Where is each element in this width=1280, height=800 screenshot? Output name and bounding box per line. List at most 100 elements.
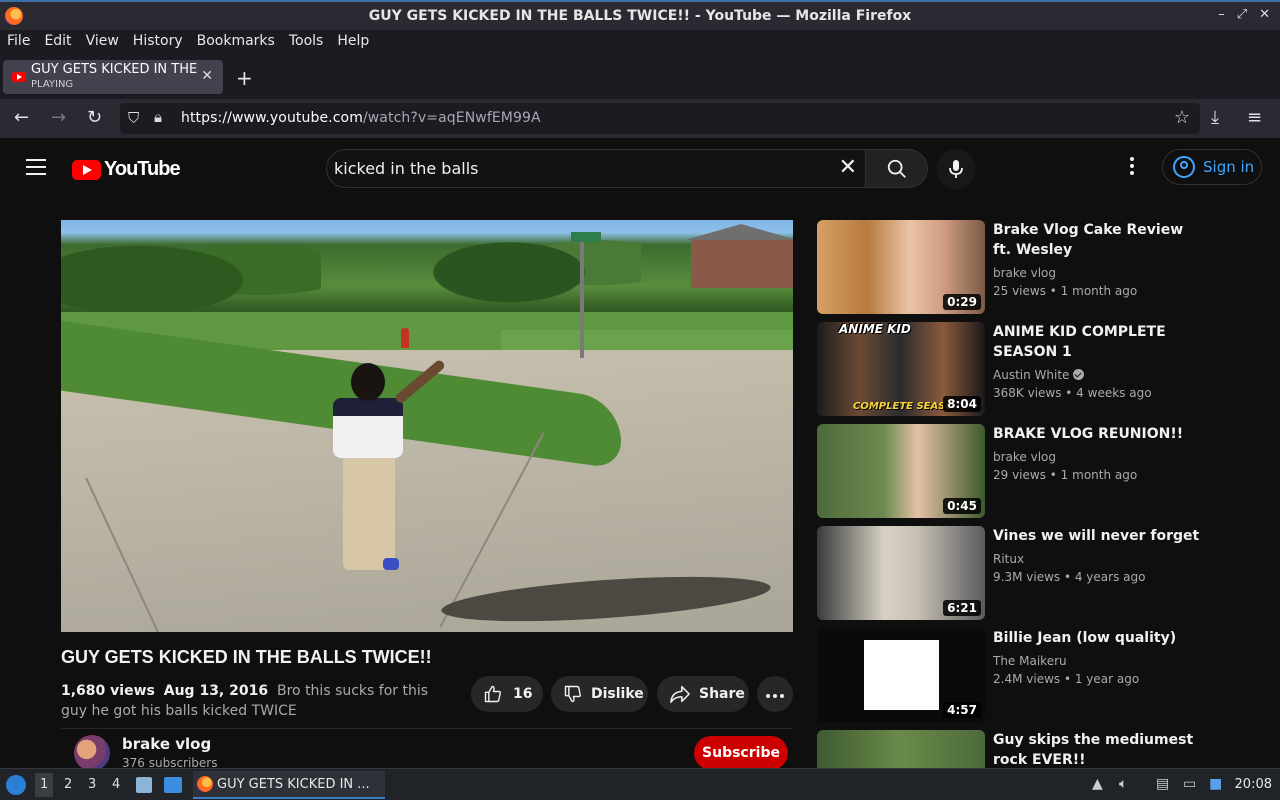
start-menu-icon[interactable] (6, 775, 26, 795)
address-bar[interactable]: ⛉ 🔒︎ https://www.youtube.com/watch?v=aqE… (120, 103, 1200, 134)
menu-edit[interactable]: Edit (44, 33, 71, 49)
share-button[interactable]: Share (657, 676, 749, 712)
tray-update-icon[interactable]: ▲ (1092, 776, 1103, 792)
url-text[interactable]: https://www.youtube.com/watch?v=aqENwfEM… (181, 110, 541, 126)
video-frame-person-legs (343, 452, 395, 570)
thumbnail-image (864, 640, 939, 710)
menu-view[interactable]: View (86, 33, 119, 49)
upload-date: Aug 13, 2016 (163, 683, 269, 699)
search-query[interactable]: kicked in the balls (334, 159, 479, 178)
minimize-button[interactable]: – (1218, 7, 1225, 22)
window-controls: – ⤢ ✕ (1218, 7, 1270, 22)
menu-file[interactable]: File (7, 33, 30, 49)
video-duration: 0:29 (943, 294, 981, 310)
network-icon[interactable]: ▭ (1183, 776, 1196, 792)
taskbar-window-title: GUY GETS KICKED IN ... (217, 777, 370, 792)
related-video[interactable]: 6:21 Vines we will never forget Ritux 9.… (817, 526, 1217, 620)
related-thumbnail[interactable]: 6:21 (817, 526, 985, 620)
related-stats: 2.4M views • 1 year ago (993, 672, 1140, 686)
related-video[interactable]: Guy skips the mediumest rock EVER!! (817, 730, 1217, 768)
app-menu-icon[interactable]: ≡ (1247, 107, 1262, 128)
tab-youtube-video[interactable]: GUY GETS KICKED IN THE PLAYING ✕ (3, 60, 223, 94)
forward-arrow-icon[interactable]: → (51, 107, 66, 128)
clipboard-icon[interactable]: ▤ (1156, 776, 1169, 792)
downloads-icon[interactable]: ⤓ (1211, 107, 1219, 128)
youtube-logo-text: YouTube (104, 158, 181, 180)
related-thumbnail[interactable] (817, 730, 985, 768)
menu-help[interactable]: Help (337, 33, 369, 49)
system-taskbar: 1 2 3 4 GUY GETS KICKED IN ... ▲ 🔈︎ ▤ ▭ … (0, 768, 1280, 800)
channel-name[interactable]: brake vlog (122, 735, 211, 753)
sign-in-button[interactable]: Sign in (1162, 149, 1262, 185)
related-video[interactable]: 4:57 Billie Jean (low quality) The Maike… (817, 628, 1217, 722)
related-video[interactable]: 0:45 BRAKE VLOG REUNION!! brake vlog 29 … (817, 424, 1217, 518)
volume-icon[interactable]: 🔈︎ (1119, 776, 1127, 792)
related-stats: 25 views • 1 month ago (993, 284, 1138, 298)
workspace-2[interactable]: 2 (64, 777, 72, 792)
video-title: GUY GETS KICKED IN THE BALLS TWICE!! (61, 647, 432, 667)
desktop-icon[interactable] (164, 777, 182, 793)
related-stats: 29 views • 1 month ago (993, 468, 1138, 482)
related-video[interactable]: 0:29 Brake Vlog Cake Review ft. Wesley b… (817, 220, 1217, 314)
related-title[interactable]: ANIME KID COMPLETE SEASON 1 (993, 322, 1203, 362)
menu-bar: File Edit View History Bookmarks Tools H… (0, 30, 1280, 52)
related-thumbnail[interactable]: 0:29 (817, 220, 985, 314)
youtube-logo[interactable]: YouTube (72, 158, 181, 181)
maximize-button[interactable]: ⤢ (1237, 7, 1247, 22)
menu-tools[interactable]: Tools (289, 33, 324, 49)
video-frame-hydrant (401, 328, 409, 348)
lock-icon[interactable]: 🔒︎ (154, 108, 162, 126)
settings-more-icon[interactable] (1130, 157, 1136, 178)
related-video[interactable]: ANIME KID COMPLETE SEASO 8:04 ANIME KID … (817, 322, 1217, 416)
menu-history[interactable]: History (133, 33, 183, 49)
thumbs-down-icon (564, 685, 581, 703)
workspace-4[interactable]: 4 (112, 777, 120, 792)
thumbnail-caption-top: ANIME KID (839, 322, 911, 336)
menu-bookmarks[interactable]: Bookmarks (197, 33, 275, 49)
related-stats: 368K views • 4 weeks ago (993, 386, 1152, 400)
new-tab-button[interactable]: + (236, 66, 253, 90)
hamburger-menu-icon[interactable] (26, 159, 46, 175)
related-title[interactable]: Brake Vlog Cake Review ft. Wesley (993, 220, 1203, 260)
file-manager-icon[interactable] (136, 777, 152, 793)
taskbar-firefox-window[interactable]: GUY GETS KICKED IN ... (193, 771, 385, 799)
dislike-button[interactable]: Dislike (551, 676, 648, 712)
youtube-play-logo-icon (72, 159, 101, 180)
related-thumbnail[interactable]: ANIME KID COMPLETE SEASO 8:04 (817, 322, 985, 416)
video-frame-trees-2 (421, 220, 641, 315)
like-button[interactable]: 16 (471, 676, 543, 712)
related-channel: Ritux (993, 552, 1025, 566)
related-title[interactable]: Guy skips the mediumest rock EVER!! (993, 730, 1203, 768)
voice-search-button[interactable] (936, 149, 976, 189)
tracking-shield-icon[interactable]: ⛉ (128, 109, 139, 127)
related-title[interactable]: Billie Jean (low quality) (993, 628, 1203, 648)
close-window-button[interactable]: ✕ (1259, 7, 1270, 22)
clock: 20:08 (1234, 777, 1272, 792)
more-horizontal-icon (765, 686, 786, 702)
video-frame-trees (61, 220, 321, 320)
tab-close-button[interactable]: ✕ (201, 68, 213, 84)
workspace-1[interactable]: 1 (35, 773, 54, 797)
channel-avatar[interactable] (74, 735, 110, 770)
bookmark-star-icon[interactable]: ☆ (1174, 107, 1190, 128)
related-thumbnail[interactable]: 0:45 (817, 424, 985, 518)
related-title[interactable]: BRAKE VLOG REUNION!! (993, 424, 1203, 444)
search-input[interactable]: kicked in the balls ✕ (326, 149, 866, 188)
youtube-favicon-icon (12, 72, 26, 82)
more-actions-button[interactable] (757, 676, 793, 712)
account-icon (1173, 156, 1195, 178)
video-player[interactable] (61, 220, 793, 632)
notification-icon[interactable]: ■ (1209, 776, 1222, 792)
reload-icon[interactable]: ↻ (87, 107, 102, 128)
clear-search-icon[interactable]: ✕ (839, 155, 857, 180)
video-duration: 4:57 (943, 702, 981, 718)
related-title[interactable]: Vines we will never forget (993, 526, 1203, 546)
workspace-3[interactable]: 3 (88, 777, 96, 792)
dislike-label: Dislike (591, 686, 644, 702)
video-description-box[interactable]: 1,680 views Aug 13, 2016 Bro this sucks … (61, 681, 431, 721)
related-thumbnail[interactable]: 4:57 (817, 628, 985, 722)
subscribe-button[interactable]: Subscribe (694, 736, 788, 770)
window-title: GUY GETS KICKED IN THE BALLS TWICE!! - Y… (368, 8, 912, 24)
back-arrow-icon[interactable]: ← (14, 107, 29, 128)
search-button[interactable] (865, 149, 928, 188)
